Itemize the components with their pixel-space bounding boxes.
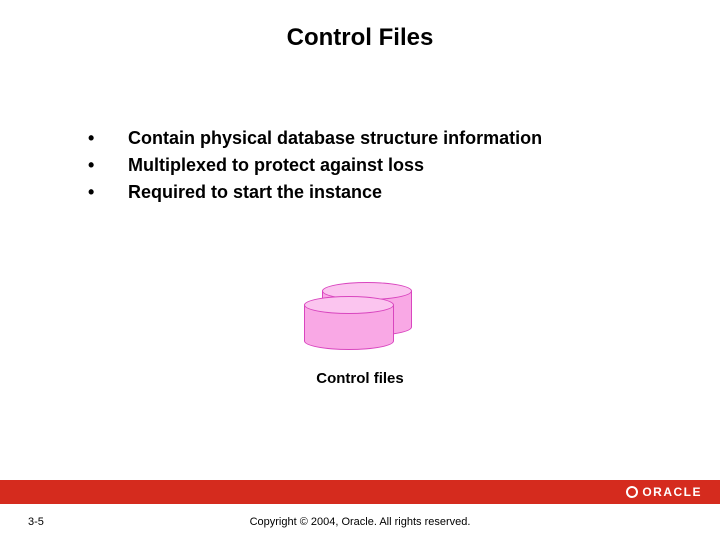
footer-bar: ORACLE: [0, 480, 720, 504]
bullet-item: • Multiplexed to protect against loss: [80, 155, 640, 176]
oracle-logo: ORACLE: [626, 485, 702, 499]
bullet-marker: •: [80, 155, 128, 176]
control-files-figure: Control files: [0, 282, 720, 387]
oracle-o-icon: [626, 486, 638, 498]
bullet-item: • Required to start the instance: [80, 182, 640, 203]
bullet-item: • Contain physical database structure in…: [80, 128, 640, 149]
figure-label: Control files: [316, 370, 404, 387]
bullet-text: Multiplexed to protect against loss: [128, 155, 640, 176]
bullet-marker: •: [80, 182, 128, 203]
slide: Control Files • Contain physical databas…: [0, 0, 720, 540]
bullet-text: Contain physical database structure info…: [128, 128, 640, 149]
bullet-list: • Contain physical database structure in…: [80, 128, 640, 209]
database-cylinders-icon: [304, 282, 416, 354]
copyright-text: Copyright © 2004, Oracle. All rights res…: [0, 516, 720, 528]
slide-title: Control Files: [0, 24, 720, 52]
bullet-text: Required to start the instance: [128, 182, 640, 203]
cylinder-icon: [304, 296, 394, 350]
bullet-marker: •: [80, 128, 128, 149]
oracle-logo-text: ORACLE: [642, 485, 702, 499]
